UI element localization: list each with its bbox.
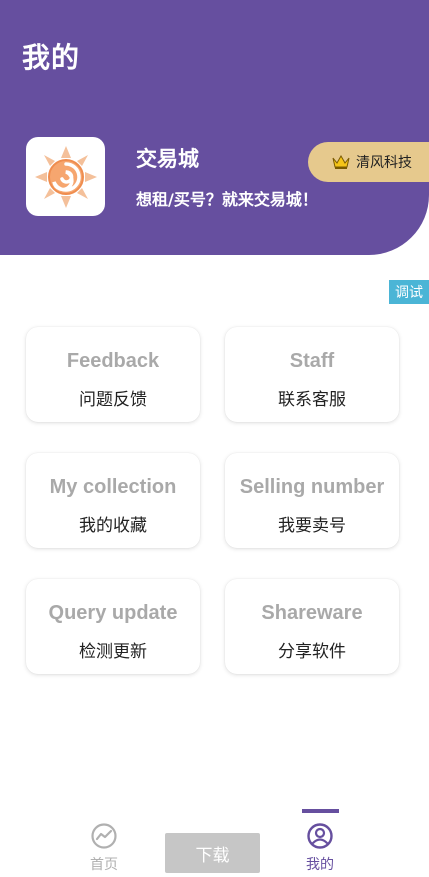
nav-mine-label: 我的	[306, 857, 334, 873]
app-slogan: 想租/买号？就来交易城！	[136, 190, 318, 209]
card-title-cn: 联系客服	[278, 390, 346, 410]
debug-tag[interactable]: 调试	[389, 280, 429, 304]
selling-number-card[interactable]: Selling number 我要卖号	[225, 453, 399, 548]
page-title: 我的	[22, 41, 81, 74]
my-collection-card[interactable]: My collection 我的收藏	[26, 453, 200, 548]
card-title-en: Shareware	[261, 602, 363, 624]
brand-badge[interactable]: 清风科技	[308, 142, 429, 182]
card-title-en: Query update	[48, 602, 178, 624]
app-name: 交易城	[136, 147, 199, 171]
card-title-cn: 我的收藏	[79, 516, 147, 536]
card-title-en: Staff	[289, 350, 335, 372]
nav-home[interactable]: 首页	[64, 822, 144, 877]
nav-home-label: 首页	[90, 857, 118, 873]
app-logo	[26, 137, 105, 216]
card-title-cn: 问题反馈	[79, 390, 147, 410]
nav-mine[interactable]: 我的	[280, 822, 360, 877]
my-page: 我的 交易城 想租/买号？就来交易城！ 清风科技 调试 Feedback 问题反…	[0, 0, 429, 877]
query-update-card[interactable]: Query update 检测更新	[26, 579, 200, 674]
brand-badge-label: 清风科技	[356, 155, 412, 171]
home-chart-icon	[91, 823, 117, 849]
download-button[interactable]: 下载	[165, 833, 260, 873]
card-title-en: Feedback	[66, 350, 160, 372]
feedback-card[interactable]: Feedback 问题反馈	[26, 327, 200, 422]
sun-swirl-logo-icon	[34, 145, 97, 208]
user-profile-icon	[307, 823, 333, 849]
card-title-en: My collection	[49, 476, 177, 498]
profile-header: 我的 交易城 想租/买号？就来交易城！ 清风科技	[0, 0, 429, 255]
nav-active-indicator	[302, 809, 339, 813]
card-title-cn: 我要卖号	[278, 516, 346, 536]
card-title-cn: 分享软件	[278, 642, 346, 662]
staff-card[interactable]: Staff 联系客服	[225, 327, 399, 422]
crown-icon	[332, 154, 350, 170]
card-title-en: Selling number	[239, 476, 385, 498]
card-title-cn: 检测更新	[79, 642, 147, 662]
shareware-card[interactable]: Shareware 分享软件	[225, 579, 399, 674]
